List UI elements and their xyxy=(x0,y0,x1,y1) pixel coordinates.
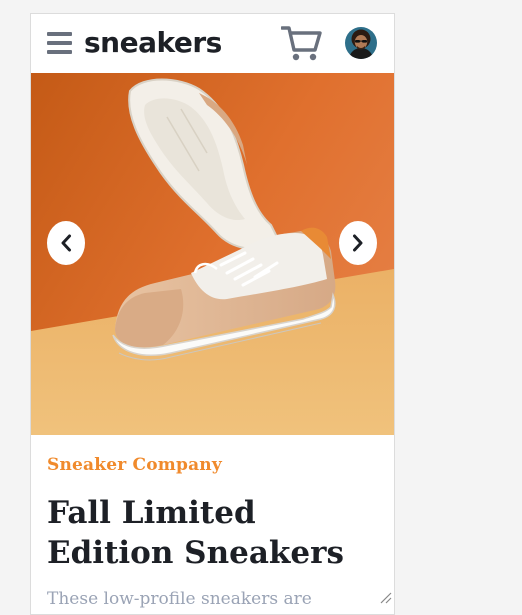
resize-handle-icon[interactable] xyxy=(378,589,392,604)
brand-logo[interactable]: sneakers xyxy=(84,23,222,63)
company-name: Sneaker Company xyxy=(47,455,222,475)
previous-image-button[interactable] xyxy=(47,221,85,265)
hamburger-menu-icon[interactable] xyxy=(47,32,72,54)
product-title: Fall Limited Edition Sneakers xyxy=(47,495,344,571)
product-page: sneakers Sneaker Company Fall Limited Ed… xyxy=(30,13,395,615)
top-navigation-bar: sneakers xyxy=(31,14,394,74)
shopping-cart-icon[interactable] xyxy=(280,24,323,62)
next-image-button[interactable] xyxy=(339,221,377,265)
product-description: These low-profile sneakers are xyxy=(47,589,312,609)
sneaker-product-photo xyxy=(31,73,394,435)
user-avatar[interactable] xyxy=(345,27,377,59)
chevron-left-icon xyxy=(61,234,71,252)
product-image-carousel[interactable] xyxy=(31,73,394,435)
chevron-right-icon xyxy=(353,234,363,252)
